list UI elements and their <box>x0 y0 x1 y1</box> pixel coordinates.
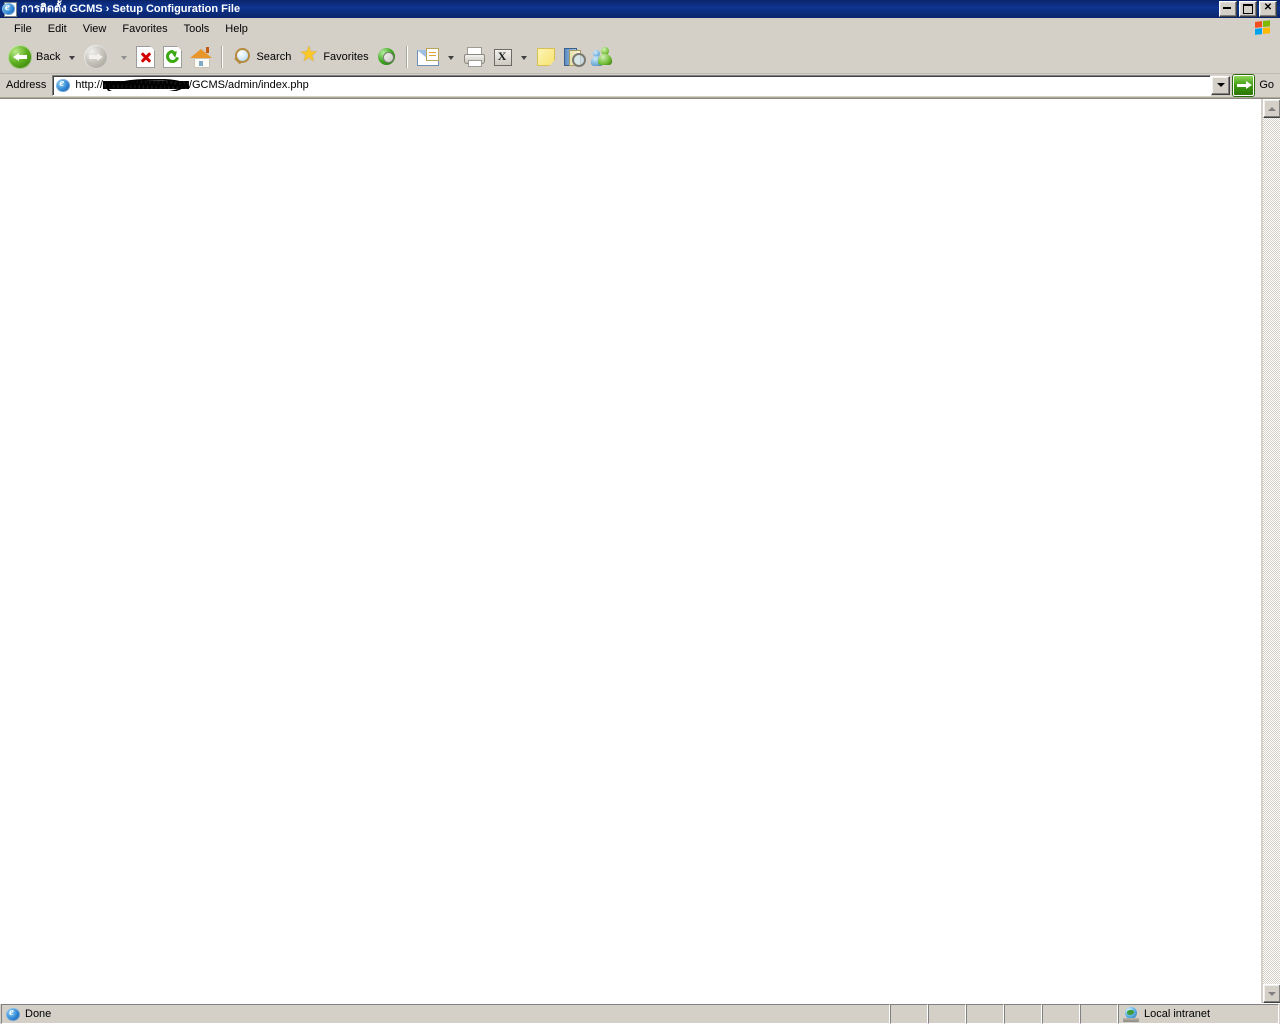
go-button[interactable]: Go <box>1231 74 1278 96</box>
search-icon <box>232 47 252 67</box>
menu-item-file[interactable]: File <box>6 20 40 38</box>
search-button[interactable]: Search <box>228 42 295 72</box>
page-document <box>0 99 1262 1003</box>
page-favicon-icon <box>55 77 71 93</box>
favorites-button-label: Favorites <box>323 50 369 63</box>
mail-dropdown-icon[interactable] <box>447 55 454 60</box>
title-bar: การติดตั้ง GCMS › Setup Configuration Fi… <box>0 0 1280 18</box>
go-arrow-icon <box>1233 74 1255 96</box>
menu-item-help[interactable]: Help <box>217 20 256 38</box>
windows-flag-logo-icon <box>1250 19 1276 38</box>
research-button[interactable] <box>559 42 588 72</box>
address-label: Address <box>6 79 47 91</box>
chevron-up-icon <box>1268 106 1276 111</box>
back-button[interactable]: Back <box>4 42 64 72</box>
forward-arrow-icon <box>84 44 109 69</box>
scroll-up-button[interactable] <box>1263 99 1280 118</box>
status-pane-6 <box>1080 1004 1118 1024</box>
chevron-down-icon <box>1268 991 1276 996</box>
edit-dropdown-icon[interactable] <box>520 55 527 60</box>
close-icon: ✕ <box>1263 2 1273 13</box>
home-button[interactable] <box>186 42 216 72</box>
status-ie-icon <box>5 1006 21 1022</box>
menu-item-view[interactable]: View <box>75 20 115 38</box>
menu-item-edit[interactable]: Edit <box>40 20 75 38</box>
toolbar-separator-2 <box>405 45 408 68</box>
minimize-button[interactable] <box>1219 1 1237 17</box>
vertical-scrollbar[interactable] <box>1262 99 1280 1003</box>
favorites-button[interactable]: ★ Favorites <box>295 42 372 72</box>
forward-history-dropdown-icon[interactable] <box>121 55 128 60</box>
address-input[interactable]: http:// /GCMS/admin/index.php <box>52 74 1212 96</box>
status-text: Done <box>25 1008 52 1020</box>
chevron-down-icon <box>1216 83 1225 87</box>
back-history-dropdown-icon[interactable] <box>69 55 76 60</box>
stop-icon <box>136 45 156 68</box>
refresh-icon <box>163 45 183 68</box>
maximize-restore-button[interactable] <box>1239 1 1257 17</box>
security-zone[interactable]: Local intranet <box>1118 1004 1279 1024</box>
search-button-label: Search <box>256 50 292 63</box>
address-scheme: http:// <box>75 79 103 91</box>
address-host-redacted <box>102 79 189 91</box>
ie-document-icon <box>2 1 18 17</box>
status-pane-5 <box>1042 1004 1080 1024</box>
browser-toolbar: Back Search ★ Favorites X <box>0 40 1280 74</box>
menu-bar: File Edit View Favorites Tools Help <box>0 18 1280 40</box>
media-button[interactable] <box>373 42 401 72</box>
menu-item-favorites[interactable]: Favorites <box>114 20 175 38</box>
security-zone-label: Local intranet <box>1144 1008 1211 1020</box>
browser-window: การติดตั้ง GCMS › Setup Configuration Fi… <box>0 0 1280 1024</box>
mail-icon <box>416 47 439 66</box>
forward-button[interactable] <box>80 42 116 72</box>
status-message: Done <box>1 1004 890 1024</box>
content-area <box>0 98 1280 1003</box>
menu-item-tools[interactable]: Tools <box>176 20 218 38</box>
notes-button[interactable] <box>532 42 559 72</box>
research-icon <box>563 47 586 67</box>
status-bar: Done Local intranet <box>0 1003 1280 1024</box>
print-button[interactable] <box>459 42 489 72</box>
edit-spreadsheet-icon: X <box>493 48 512 66</box>
go-button-label: Go <box>1259 79 1274 91</box>
star-icon: ★ <box>299 42 319 66</box>
edit-icon-glyph: X <box>497 48 507 63</box>
scroll-down-button[interactable] <box>1263 984 1280 1003</box>
address-bar: Address http:// /GCMS/admin/index.php Go <box>0 74 1280 98</box>
toolbar-separator <box>221 45 224 68</box>
edit-button[interactable]: X <box>489 42 516 72</box>
address-history-dropdown[interactable] <box>1211 75 1231 95</box>
close-button[interactable]: ✕ <box>1259 1 1277 17</box>
status-pane-2 <box>928 1004 966 1024</box>
note-icon <box>536 47 555 66</box>
back-button-label: Back <box>36 50 61 63</box>
messenger-button[interactable] <box>588 42 618 72</box>
window-title: การติดตั้ง GCMS › Setup Configuration Fi… <box>21 3 241 15</box>
home-icon <box>190 46 213 68</box>
media-icon <box>377 47 397 67</box>
stop-button[interactable] <box>132 42 159 72</box>
window-controls: ✕ <box>1219 1 1278 17</box>
back-arrow-icon <box>8 44 32 69</box>
address-path: /GCMS/admin/index.php <box>188 79 309 91</box>
status-pane-1 <box>890 1004 928 1024</box>
refresh-button[interactable] <box>159 42 186 72</box>
local-intranet-icon <box>1123 1006 1139 1022</box>
address-value: http:// /GCMS/admin/index.php <box>75 79 308 91</box>
printer-icon <box>463 47 485 67</box>
mail-button[interactable] <box>413 42 443 72</box>
messenger-people-icon <box>590 47 614 66</box>
status-pane-4 <box>1004 1004 1042 1024</box>
status-pane-3 <box>966 1004 1004 1024</box>
